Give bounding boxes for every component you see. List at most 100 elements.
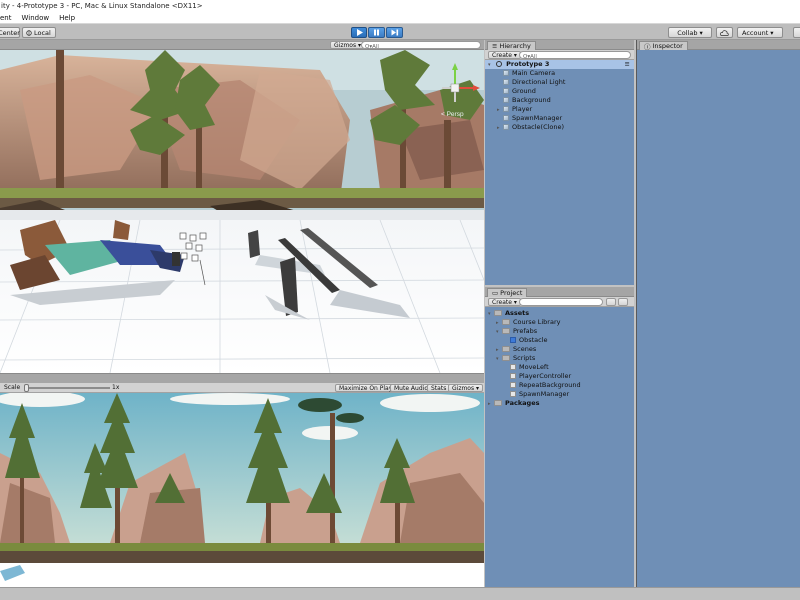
project-tree-item[interactable]: ▾ Scripts xyxy=(485,354,634,363)
hierarchy-item[interactable]: ▸ Player xyxy=(485,105,634,114)
local-axes-icon xyxy=(26,29,32,36)
project-tree-item[interactable]: ▾ Prefabs xyxy=(485,327,634,336)
inspector-tab-label: Inspector xyxy=(652,42,683,50)
play-button[interactable] xyxy=(351,27,367,38)
hierarchy-create-button[interactable]: Create ▾ xyxy=(488,51,521,59)
project-tree-item[interactable]: ▸ Scenes xyxy=(485,345,634,354)
hierarchy-item-label: Player xyxy=(512,105,533,113)
mute-audio-toggle[interactable]: Mute Audio xyxy=(390,384,432,392)
cloud-button[interactable] xyxy=(716,27,733,38)
layers-button[interactable] xyxy=(793,27,800,38)
project-search-input[interactable] xyxy=(519,298,603,306)
scene-canvas: < Persp xyxy=(0,50,484,373)
menu-item-help[interactable]: Help xyxy=(54,14,80,22)
prefab-icon xyxy=(510,337,516,343)
hierarchy-scene-name: Prototype 3 xyxy=(506,60,550,68)
project-tree-item[interactable]: ▾ Assets xyxy=(485,309,634,318)
scene-options-icon[interactable]: ≡ xyxy=(625,60,630,69)
gameobject-icon xyxy=(503,106,509,112)
menu-item-component[interactable]: ent xyxy=(0,14,17,22)
project-item-label: PlayerController xyxy=(519,372,572,380)
hierarchy-tree: ▾ Prototype 3 ≡ Main Camera Directional L… xyxy=(485,60,634,132)
hierarchy-item[interactable]: Ground xyxy=(485,87,634,96)
pause-button[interactable] xyxy=(368,27,385,38)
step-button[interactable] xyxy=(386,27,403,38)
project-create-button[interactable]: Create ▾ xyxy=(488,298,521,306)
project-item-label: RepeatBackground xyxy=(519,381,581,389)
pivot-local-toggle[interactable]: Local xyxy=(22,27,56,38)
game-gizmos-button[interactable]: Gizmos ▾ xyxy=(448,384,484,392)
persp-label[interactable]: < Persp xyxy=(441,111,464,118)
hierarchy-search-input[interactable]: Q▾All xyxy=(519,51,631,60)
menu-item-window[interactable]: Window xyxy=(17,14,55,22)
maximize-on-play-toggle[interactable]: Maximize On Play xyxy=(335,384,397,392)
game-scale-slider[interactable] xyxy=(24,384,110,392)
game-canvas xyxy=(0,393,484,587)
hierarchy-item[interactable]: SpawnManager xyxy=(485,114,634,123)
project-tree-item[interactable]: SpawnManager xyxy=(485,390,634,399)
script-icon xyxy=(510,391,516,397)
project-tree-item[interactable]: MoveLeft xyxy=(485,363,634,372)
tab-project[interactable]: ▭ Project xyxy=(487,288,528,297)
scale-slider-thumb[interactable] xyxy=(24,384,29,392)
game-gizmos-label: Gizmos ▾ xyxy=(452,384,480,392)
hierarchy-tab-label: Hierarchy xyxy=(499,42,531,50)
project-tree-item[interactable]: Obstacle xyxy=(485,336,634,345)
project-tree-item[interactable]: ▸ Course Library xyxy=(485,318,634,327)
collab-label: Collab ▾ xyxy=(677,28,703,37)
inspector-panel: ⓘ Inspector xyxy=(636,40,800,587)
hierarchy-item-label: SpawnManager xyxy=(512,114,563,122)
tab-hierarchy[interactable]: ≡ Hierarchy xyxy=(487,41,536,50)
folder-icon xyxy=(494,400,502,406)
scene-view[interactable]: < Persp xyxy=(0,50,484,373)
menu-bar: ent Window Help xyxy=(0,12,800,24)
collab-button[interactable]: Collab ▾ xyxy=(668,27,712,38)
game-toolbar: Scale 1x Maximize On Play Mute Audio Sta… xyxy=(0,383,484,393)
project-tree-item[interactable]: RepeatBackground xyxy=(485,381,634,390)
hierarchy-toolbar: Create ▾ Q▾All xyxy=(485,50,634,60)
tab-inspector[interactable]: ⓘ Inspector xyxy=(639,41,688,51)
script-icon xyxy=(510,373,516,379)
unity-editor-window: ity - 4-Prototype 3 - PC, Mac & Linux St… xyxy=(0,0,800,600)
scene-search-input[interactable]: Q▾All xyxy=(361,41,481,50)
project-tree-item[interactable]: PlayerController xyxy=(485,372,634,381)
title-bar: ity - 4-Prototype 3 - PC, Mac & Linux St… xyxy=(0,0,800,12)
scene-gizmos-button[interactable]: Gizmos ▾ xyxy=(330,41,366,49)
hierarchy-item[interactable]: ▸ Obstacle(Clone) xyxy=(485,123,634,132)
pivot-center-toggle[interactable]: Center xyxy=(0,27,20,38)
project-tree-item[interactable]: ▸ Packages xyxy=(485,399,634,408)
account-label: Account ▾ xyxy=(742,28,774,37)
project-tabbar: ▭ Project xyxy=(485,287,634,297)
gameobject-icon xyxy=(503,70,509,76)
project-item-label: SpawnManager xyxy=(519,390,570,398)
filter-type-button[interactable] xyxy=(606,298,616,306)
hierarchy-create-label: Create ▾ xyxy=(492,51,517,59)
folder-icon xyxy=(502,346,510,352)
hierarchy-item[interactable]: Background xyxy=(485,96,634,105)
pause-icon xyxy=(374,29,379,36)
hierarchy-item[interactable]: Main Camera xyxy=(485,69,634,78)
gameobject-icon xyxy=(503,124,509,130)
hierarchy-item-label: Obstacle(Clone) xyxy=(512,123,565,131)
hierarchy-item-label: Ground xyxy=(512,87,536,95)
gameobject-icon xyxy=(503,88,509,94)
hierarchy-item-label: Main Camera xyxy=(512,69,556,77)
account-button[interactable]: Account ▾ xyxy=(737,27,783,38)
project-item-label: Scenes xyxy=(513,345,537,353)
project-folder-icon: ▭ xyxy=(492,289,499,297)
stats-toggle[interactable]: Stats xyxy=(427,384,451,392)
project-item-label: Assets xyxy=(505,309,530,317)
project-tree: ▾ Assets ▸ Course Library ▾ Prefabs Obstacle ▸ S… xyxy=(485,309,634,408)
scene-toolbar: Gizmos ▾ Q▾All xyxy=(0,40,484,50)
game-scale-value: 1x xyxy=(112,384,120,391)
window-title: ity - 4-Prototype 3 - PC, Mac & Linux St… xyxy=(1,2,203,10)
filter-label-button[interactable] xyxy=(618,298,628,306)
hierarchy-scene-row[interactable]: ▾ Prototype 3 ≡ xyxy=(485,60,634,69)
hierarchy-item-label: Background xyxy=(512,96,551,104)
pivot-center-label: Center xyxy=(0,28,20,37)
gameobject-icon xyxy=(503,97,509,103)
hierarchy-item[interactable]: Directional Light xyxy=(485,78,634,87)
pivot-local-label: Local xyxy=(34,28,51,37)
game-view[interactable] xyxy=(0,393,484,587)
project-item-label: Scripts xyxy=(513,354,536,362)
